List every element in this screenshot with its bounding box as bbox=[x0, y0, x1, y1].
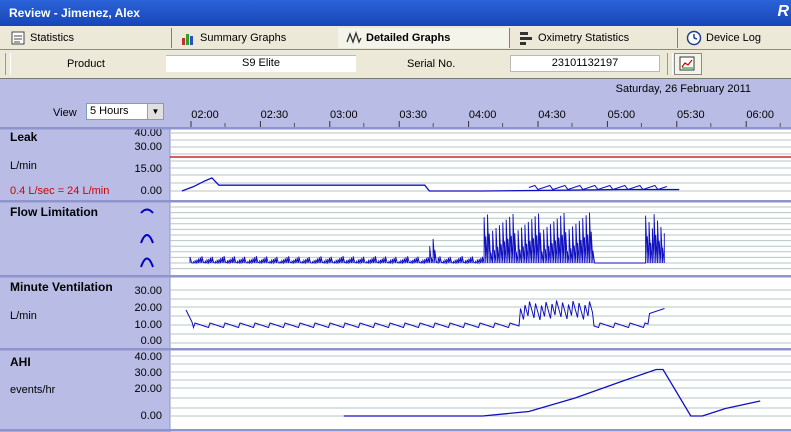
time-tick-label: 06:00 bbox=[746, 109, 774, 121]
flow-shape-partial-icon bbox=[140, 234, 154, 244]
time-tick-label: 02:30 bbox=[261, 109, 289, 121]
time-tick-label: 05:30 bbox=[677, 109, 705, 121]
flow-shape-flat-icon bbox=[140, 208, 154, 214]
time-tick-label: 04:00 bbox=[469, 109, 497, 121]
panel-separator bbox=[0, 200, 791, 203]
time-tick-label: 02:00 bbox=[191, 109, 219, 121]
panel-separator bbox=[0, 429, 791, 432]
time-tick-label: 03:00 bbox=[330, 109, 358, 121]
flow-shape-normal-icon bbox=[140, 257, 154, 268]
panel-separator bbox=[0, 127, 791, 130]
detailed-graphs-chart: 02:00 02:30 03:00 03:30 04:00 04:30 05:00 05:30… bbox=[0, 109, 791, 432]
time-tick-label: 04:30 bbox=[538, 109, 566, 121]
time-tick-label: 05:00 bbox=[608, 109, 636, 121]
panel-separator bbox=[0, 275, 791, 278]
plot-area bbox=[170, 278, 791, 346]
panel-separator bbox=[0, 348, 791, 351]
time-tick-label: 03:30 bbox=[399, 109, 427, 121]
